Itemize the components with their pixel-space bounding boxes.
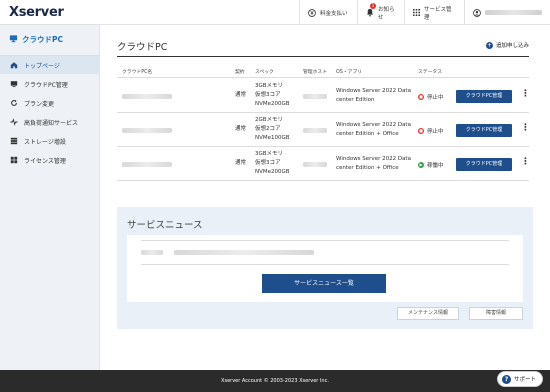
more-options-icon[interactable]: ⋮ [521, 124, 530, 133]
os-line2: center Edition + Office [336, 165, 399, 171]
news-divider [141, 240, 509, 241]
more-options-icon[interactable]: ⋮ [521, 158, 530, 167]
host-redacted [303, 162, 327, 167]
contract-cell: 通常 [235, 160, 247, 166]
spec-storage: NVMe100GB [255, 135, 290, 141]
os-line2: center Edition [336, 97, 375, 103]
spec-storage: NVMe200GB [255, 101, 290, 107]
status-badge: ■ 停止中 [418, 128, 444, 135]
contract-cell: 通常 [235, 92, 247, 98]
cloud-pc-icon [9, 34, 18, 45]
pc-name-redacted [122, 128, 172, 133]
column-header-os: OS・アプリ [336, 70, 363, 75]
payment-nav[interactable]: 料金支払い [299, 0, 357, 25]
service-news-title: サービスニュース [127, 220, 203, 231]
column-header-spec: スペック [255, 70, 274, 75]
more-options-icon[interactable]: ⋮ [521, 90, 530, 99]
user-menu[interactable] [464, 0, 550, 25]
help-icon: ? [502, 374, 511, 384]
news-item-redacted[interactable] [174, 250, 314, 255]
service-news-list-button[interactable]: サービスニュース一覧 [262, 274, 386, 293]
notifications-nav[interactable]: 1 お知らせ [357, 0, 404, 25]
sidebar-title[interactable]: クラウドPC [9, 34, 63, 45]
column-header-host: 管理ホスト [303, 70, 327, 75]
yen-icon [308, 8, 316, 17]
column-header-name: クラウドPC名 [122, 70, 153, 75]
host-redacted [303, 128, 327, 133]
notification-badge: 1 [370, 3, 376, 9]
sidebar-item-top-page[interactable]: トップページ [0, 56, 100, 74]
pc-name-redacted [122, 162, 172, 167]
os-line1: Windows Server 2022 Data [336, 122, 411, 128]
monitor-icon [10, 80, 18, 88]
service-management-nav[interactable]: サービス管理 [404, 0, 464, 25]
sidebar-item-storage-expansion[interactable]: ストレージ増設 [0, 132, 100, 150]
sidebar-item-plan-change[interactable]: プラン変更 [0, 94, 100, 112]
user-name-redacted [485, 10, 542, 15]
footer: Xserver Account © 2003-2023 Xserver Inc. [0, 370, 550, 392]
trouble-info-button[interactable]: 障害情報 [469, 307, 523, 320]
grid-icon [413, 9, 420, 16]
column-header-status: ステータス [418, 70, 442, 75]
user-icon [473, 8, 481, 17]
plus-icon: + [485, 41, 493, 49]
spec-cores: 仮想2コア [255, 126, 281, 132]
table-row: 通常 3GBメモリ 仮想3コア NVMe200GB Windows Server… [117, 79, 530, 113]
service-management-label: サービス管理 [424, 6, 452, 21]
contract-cell: 通常 [235, 126, 247, 132]
add-application-link[interactable]: + 追加申し込み [485, 41, 529, 49]
table-row: 通常 3GBメモリ 仮想3コア NVMe200GB Windows Server… [117, 147, 530, 181]
windows-icon [10, 156, 18, 164]
cloud-pc-manage-button[interactable]: クラウドPC管理 [456, 158, 512, 171]
spec-cores: 仮想3コア [255, 92, 281, 98]
sidebar-item-high-load-notification[interactable]: 高負荷通知サービス [0, 113, 100, 131]
sidebar-item-license-management[interactable]: ライセンス管理 [0, 151, 100, 169]
news-date-redacted [141, 250, 163, 255]
stop-icon: ■ [418, 128, 424, 134]
maintenance-info-button[interactable]: メンテナンス情報 [397, 307, 459, 320]
page-title: クラウドPC [117, 42, 168, 53]
sidebar-item-cloud-pc-management[interactable]: クラウドPC管理 [0, 75, 100, 93]
status-badge: ■ 停止中 [418, 94, 444, 101]
payment-label: 料金支払い [320, 10, 348, 17]
column-header-contract: 契約 [235, 70, 245, 75]
pc-name-redacted [122, 94, 172, 99]
service-news-list: サービスニュース一覧 [127, 235, 523, 302]
refresh-icon [10, 99, 18, 107]
cloud-pc-manage-button[interactable]: クラウドPC管理 [456, 90, 512, 103]
top-header: Xserver 料金支払い 1 お知らせ サービス管理 [0, 0, 550, 25]
stop-icon: ■ [418, 94, 424, 100]
table-header: クラウドPC名 契約 スペック 管理ホスト OS・アプリ ステータス [117, 68, 529, 78]
home-icon [10, 61, 18, 69]
spec-memory: 2GBメモリ [255, 117, 284, 123]
running-icon: ▶ [418, 162, 424, 168]
xserver-logo[interactable]: Xserver [9, 5, 64, 20]
os-line1: Windows Server 2022 Data [336, 156, 411, 162]
support-button[interactable]: ? サポート [497, 371, 543, 387]
os-line2: center Edition + Office [336, 131, 399, 137]
spec-cores: 仮想3コア [255, 160, 281, 166]
spec-storage: NVMe200GB [255, 169, 290, 175]
news-divider [141, 264, 509, 265]
stack-icon [10, 137, 18, 145]
status-badge: ▶ 稼働中 [418, 162, 444, 169]
table-row: 通常 2GBメモリ 仮想2コア NVMe100GB Windows Server… [117, 113, 530, 147]
sidebar: クラウドPC トップページ クラウドPC管理 プラン変更 高負荷通知サービス ス… [0, 25, 100, 370]
host-redacted [303, 94, 327, 99]
cloud-pc-manage-button[interactable]: クラウドPC管理 [456, 124, 512, 137]
notifications-label: お知らせ [378, 6, 395, 21]
pulse-icon [10, 118, 18, 126]
spec-memory: 3GBメモリ [255, 151, 284, 157]
service-news-panel: サービスニュース サービスニュース一覧 メンテナンス情報 障害情報 [117, 207, 533, 329]
main-content: クラウドPC + 追加申し込み クラウドPC名 契約 スペック 管理ホスト OS… [100, 25, 550, 370]
title-divider [117, 56, 529, 57]
bell-icon [366, 8, 374, 17]
os-line1: Windows Server 2022 Data [336, 88, 411, 94]
spec-memory: 3GBメモリ [255, 83, 284, 89]
